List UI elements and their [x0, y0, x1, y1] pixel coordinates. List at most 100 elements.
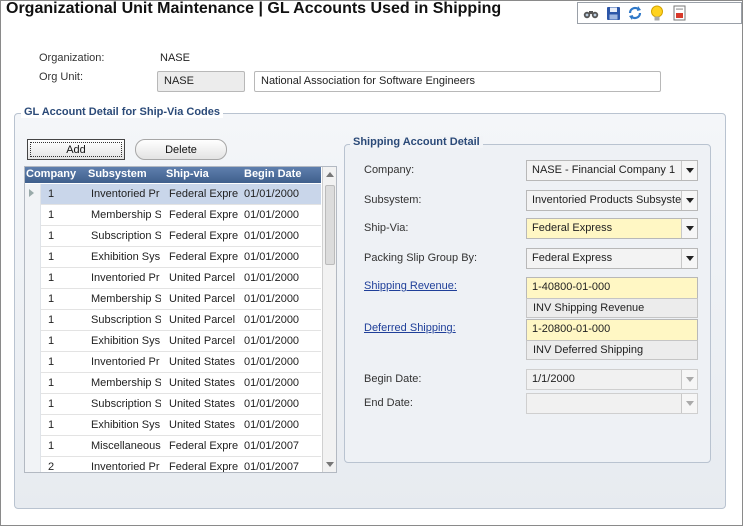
chevron-down-icon[interactable] [681, 161, 697, 180]
grid-header: Company Subsystem Ship-via Begin Date [25, 167, 321, 183]
organization-value: NASE [160, 52, 190, 64]
cell-ship-via: United Parcel [169, 293, 236, 305]
table-row[interactable]: 1 Exhibition Sys United Parcel 01/01/2000 [25, 331, 321, 352]
column-header-ship-via[interactable]: Ship-via [166, 168, 209, 180]
row-selector[interactable] [25, 331, 41, 352]
row-selector[interactable] [25, 226, 41, 247]
table-row[interactable]: 1 Subscription S United States 01/01/2000 [25, 394, 321, 415]
ship-via-select[interactable]: Federal Express [526, 218, 698, 239]
begin-date-picker[interactable]: 1/1/2000 [526, 369, 698, 390]
column-header-subsystem[interactable]: Subsystem [88, 168, 147, 180]
company-select[interactable]: NASE - Financial Company 1 [526, 160, 698, 181]
cell-begin-date: 01/01/2000 [244, 356, 300, 368]
cell-ship-via: Federal Expre [169, 251, 239, 263]
chevron-down-icon[interactable] [681, 249, 697, 268]
cell-company: 1 [48, 188, 55, 200]
subsystem-label: Subsystem: [364, 194, 422, 206]
chevron-down-icon[interactable] [681, 370, 697, 389]
row-selector[interactable] [25, 205, 41, 226]
chevron-down-icon[interactable] [681, 394, 697, 413]
table-row[interactable]: 1 Inventoried Pr United Parcel 01/01/2000 [25, 268, 321, 289]
chevron-down-icon[interactable] [681, 191, 697, 210]
table-row[interactable]: 1 Inventoried Pr Federal Expre 01/01/2000 [25, 184, 321, 205]
subsystem-select[interactable]: Inventoried Products Subsystem [526, 190, 698, 211]
scroll-thumb[interactable] [325, 185, 335, 265]
cell-ship-via: Federal Expre [169, 209, 239, 221]
deferred-shipping-description: INV Deferred Shipping [526, 340, 698, 360]
table-row[interactable]: 1 Miscellaneous Federal Expre 01/01/2007 [25, 436, 321, 457]
org-unit-name-field[interactable]: National Association for Software Engine… [254, 71, 661, 92]
table-row[interactable]: 1 Exhibition Sys United States 01/01/2000 [25, 415, 321, 436]
cell-begin-date: 01/01/2000 [244, 419, 300, 431]
lightbulb-icon[interactable] [648, 4, 666, 22]
save-icon[interactable] [604, 4, 622, 22]
table-row[interactable]: 1 Membership S United States 01/01/2000 [25, 373, 321, 394]
scroll-down-icon[interactable] [326, 462, 334, 467]
table-row[interactable]: 1 Subscription S Federal Expre 01/01/2000 [25, 226, 321, 247]
end-date-label: End Date: [364, 397, 413, 409]
binoculars-icon[interactable] [582, 4, 600, 22]
cell-company: 1 [48, 293, 55, 305]
table-row[interactable]: 1 Inventoried Pr United States 01/01/2000 [25, 352, 321, 373]
cell-subsystem: Subscription S [91, 230, 161, 242]
column-header-begin-date[interactable]: Begin Date [244, 168, 301, 180]
cell-subsystem: Membership S [91, 377, 161, 389]
cell-company: 1 [48, 335, 55, 347]
packing-slip-label: Packing Slip Group By: [364, 252, 478, 264]
cell-begin-date: 01/01/2000 [244, 398, 300, 410]
cell-subsystem: Miscellaneous [91, 440, 161, 452]
shipping-revenue-field[interactable]: 1-40800-01-000 [526, 277, 698, 299]
cell-begin-date: 01/01/2000 [244, 188, 300, 200]
cell-company: 1 [48, 377, 55, 389]
shipping-revenue-link[interactable]: Shipping Revenue: [364, 280, 457, 292]
deferred-shipping-link[interactable]: Deferred Shipping: [364, 322, 456, 334]
ship-via-label: Ship-Via: [364, 222, 409, 234]
report-icon[interactable] [670, 4, 688, 22]
grid-scrollbar[interactable] [322, 167, 336, 472]
packing-slip-select[interactable]: Federal Express [526, 248, 698, 269]
org-unit-label: Org Unit: [39, 71, 84, 83]
table-row[interactable]: 1 Exhibition Sys Federal Expre 01/01/2000 [25, 247, 321, 268]
row-selector[interactable] [25, 394, 41, 415]
row-selector[interactable] [25, 352, 41, 373]
table-row[interactable]: 1 Subscription S United Parcel 01/01/2000 [25, 310, 321, 331]
end-date-picker[interactable] [526, 393, 698, 414]
row-selector[interactable] [25, 457, 41, 472]
row-selector[interactable] [25, 289, 41, 310]
row-selector[interactable] [25, 247, 41, 268]
cell-company: 1 [48, 398, 55, 410]
delete-button[interactable]: Delete [135, 139, 227, 160]
scroll-up-icon[interactable] [326, 172, 334, 177]
cell-ship-via: United States [169, 377, 236, 389]
toolbar [577, 2, 742, 24]
cell-subsystem: Membership S [91, 293, 161, 305]
cell-ship-via: United Parcel [169, 314, 236, 326]
row-selector[interactable] [25, 373, 41, 394]
cell-ship-via: United States [169, 398, 236, 410]
grid-body: 1 Inventoried Pr Federal Expre 01/01/2000 1 M… [25, 184, 321, 472]
company-select-value: NASE - Financial Company 1 [532, 164, 676, 176]
refresh-icon[interactable] [626, 4, 644, 22]
cell-begin-date: 01/01/2000 [244, 335, 300, 347]
row-selector[interactable] [25, 268, 41, 289]
row-selector[interactable] [25, 415, 41, 436]
cell-subsystem: Exhibition Sys [91, 419, 161, 431]
deferred-shipping-field[interactable]: 1-20800-01-000 [526, 319, 698, 341]
row-selector[interactable] [25, 436, 41, 457]
add-button[interactable]: Add [27, 139, 125, 160]
cell-company: 1 [48, 251, 55, 263]
cell-ship-via: Federal Expre [169, 188, 239, 200]
cell-subsystem: Exhibition Sys [91, 335, 161, 347]
shipping-revenue-description: INV Shipping Revenue [526, 298, 698, 318]
table-row[interactable]: 1 Membership S Federal Expre 01/01/2000 [25, 205, 321, 226]
row-selector[interactable] [25, 310, 41, 331]
column-header-company[interactable]: Company [26, 168, 76, 180]
cell-company: 1 [48, 230, 55, 242]
org-unit-code-field[interactable]: NASE [157, 71, 245, 92]
cell-company: 1 [48, 419, 55, 431]
table-row[interactable]: 1 Membership S United Parcel 01/01/2000 [25, 289, 321, 310]
cell-ship-via: Federal Expre [169, 230, 239, 242]
chevron-down-icon[interactable] [681, 219, 697, 238]
table-row[interactable]: 2 Inventoried Pr Federal Expre 01/01/2007 [25, 457, 321, 472]
organization-label: Organization: [39, 52, 105, 64]
